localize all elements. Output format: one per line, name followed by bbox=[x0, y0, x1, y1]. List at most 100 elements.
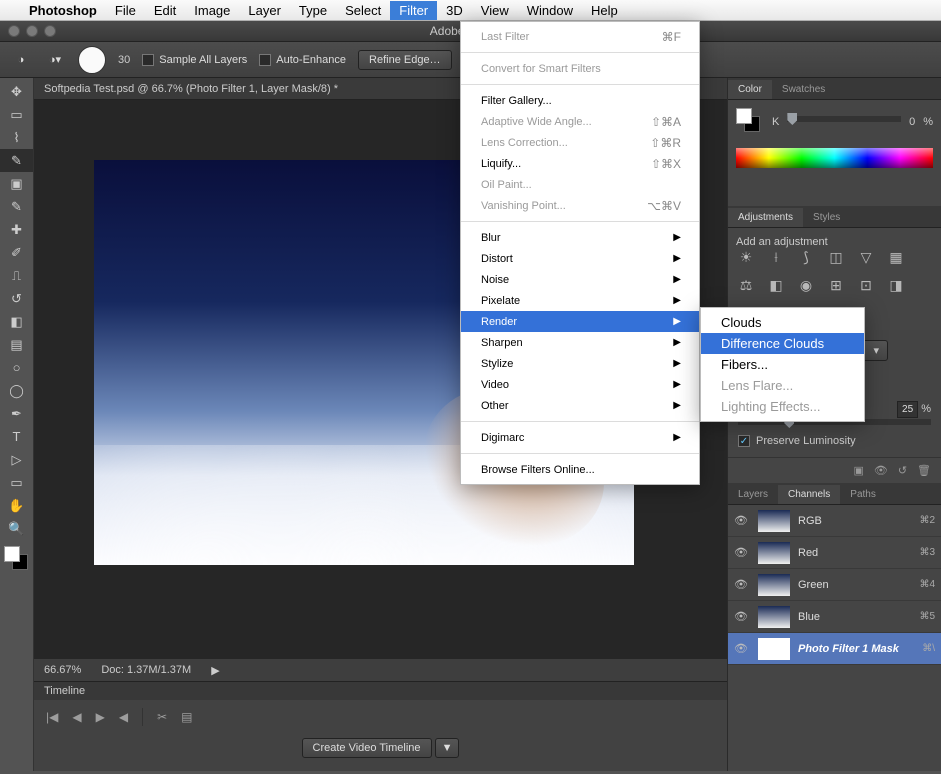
color-swatch[interactable] bbox=[0, 544, 33, 576]
marquee-tool[interactable]: ▭ bbox=[0, 103, 33, 126]
render-submenu-item[interactable]: Fibers... bbox=[701, 354, 864, 375]
curves-icon[interactable]: ⟆ bbox=[796, 248, 816, 266]
eye-icon[interactable]: 👁 bbox=[734, 642, 750, 655]
menu-app[interactable]: Photoshop bbox=[20, 1, 106, 20]
lookup-icon[interactable]: ⊡ bbox=[856, 276, 876, 294]
filter-menu-item[interactable]: Render▶ bbox=[461, 311, 699, 332]
move-tool[interactable]: ✥ bbox=[0, 80, 33, 103]
channels-tab[interactable]: Channels bbox=[778, 485, 840, 504]
menu-edit[interactable]: Edit bbox=[145, 1, 185, 20]
swatches-tab[interactable]: Swatches bbox=[772, 80, 835, 99]
preserve-luminosity-checkbox[interactable]: ✓Preserve Luminosity bbox=[738, 435, 931, 447]
delete-icon[interactable]: 🗑 bbox=[917, 464, 931, 477]
create-video-timeline-button[interactable]: Create Video Timeline bbox=[302, 738, 432, 758]
sample-all-layers-checkbox[interactable]: Sample All Layers bbox=[142, 54, 247, 66]
prev-frame-icon[interactable]: ◀ bbox=[72, 710, 81, 724]
play-icon[interactable]: ▶ bbox=[96, 710, 105, 724]
first-frame-icon[interactable]: |◀ bbox=[46, 710, 58, 724]
next-frame-icon[interactable]: ◀ bbox=[119, 710, 128, 724]
balance-icon[interactable]: ⚖ bbox=[736, 276, 756, 294]
menu-help[interactable]: Help bbox=[582, 1, 627, 20]
eye-icon[interactable]: 👁 bbox=[734, 546, 750, 559]
tool-preset-icon[interactable]: ◑ bbox=[10, 49, 32, 71]
hue-icon[interactable]: ▦ bbox=[886, 248, 906, 266]
healing-tool[interactable]: ✚ bbox=[0, 218, 33, 241]
menu-window[interactable]: Window bbox=[518, 1, 582, 20]
timeline-tab[interactable]: Timeline bbox=[44, 685, 85, 697]
transition-icon[interactable]: ▤ bbox=[181, 710, 192, 724]
visibility-icon[interactable]: 👁 bbox=[874, 464, 888, 477]
menu-layer[interactable]: Layer bbox=[239, 1, 290, 20]
zoom-value[interactable]: 66.67% bbox=[44, 664, 81, 676]
status-arrow-icon[interactable]: ▶ bbox=[211, 664, 219, 677]
scissors-icon[interactable]: ✂ bbox=[157, 710, 167, 724]
eye-icon[interactable]: 👁 bbox=[734, 610, 750, 623]
clip-icon[interactable]: ▣ bbox=[853, 464, 863, 477]
filter-menu-item[interactable]: Distort▶ bbox=[461, 248, 699, 269]
brush-swatch[interactable] bbox=[78, 46, 106, 74]
invert-icon[interactable]: ◨ bbox=[886, 276, 906, 294]
crop-tool[interactable]: ▣ bbox=[0, 172, 33, 195]
menu-image[interactable]: Image bbox=[185, 1, 239, 20]
eyedropper-tool[interactable]: ✎ bbox=[0, 195, 33, 218]
layers-tab[interactable]: Layers bbox=[728, 485, 778, 504]
brush-options-icon[interactable]: ◑▾ bbox=[44, 49, 66, 71]
menu-view[interactable]: View bbox=[472, 1, 518, 20]
quick-select-tool[interactable]: ✎ bbox=[0, 149, 33, 172]
eye-icon[interactable]: 👁 bbox=[734, 578, 750, 591]
reset-icon[interactable]: ↺ bbox=[898, 464, 907, 477]
channel-row[interactable]: 👁Green⌘4 bbox=[728, 569, 941, 601]
gradient-tool[interactable]: ▤ bbox=[0, 333, 33, 356]
timeline-dropdown-button[interactable]: ▼ bbox=[435, 738, 460, 758]
minimize-icon[interactable] bbox=[26, 25, 38, 37]
filter-menu-item[interactable]: Browse Filters Online... bbox=[461, 459, 699, 480]
filter-menu-item[interactable]: Digimarc▶ bbox=[461, 427, 699, 448]
menu-3d[interactable]: 3D bbox=[437, 1, 472, 20]
lasso-tool[interactable]: ⌇ bbox=[0, 126, 33, 149]
dodge-tool[interactable]: ◯ bbox=[0, 379, 33, 402]
channel-row[interactable]: 👁Red⌘3 bbox=[728, 537, 941, 569]
filter-menu-item[interactable]: Other▶ bbox=[461, 395, 699, 416]
hand-tool[interactable]: ✋ bbox=[0, 494, 33, 517]
stamp-tool[interactable]: ⎍ bbox=[0, 264, 33, 287]
filter-menu-item[interactable]: Noise▶ bbox=[461, 269, 699, 290]
channel-row[interactable]: 👁Blue⌘5 bbox=[728, 601, 941, 633]
zoom-tool[interactable]: 🔍 bbox=[0, 517, 33, 540]
k-value[interactable]: 0 bbox=[909, 116, 915, 128]
color-tab[interactable]: Color bbox=[728, 80, 772, 99]
fg-bg-swatch[interactable] bbox=[736, 108, 764, 136]
styles-tab[interactable]: Styles bbox=[803, 208, 850, 227]
filter-menu-item[interactable]: Stylize▶ bbox=[461, 353, 699, 374]
render-submenu-item[interactable]: Clouds bbox=[701, 312, 864, 333]
paths-tab[interactable]: Paths bbox=[840, 485, 886, 504]
close-icon[interactable] bbox=[8, 25, 20, 37]
levels-icon[interactable]: ⟊ bbox=[766, 248, 786, 266]
channel-row[interactable]: 👁RGB⌘2 bbox=[728, 505, 941, 537]
zoom-icon[interactable] bbox=[44, 25, 56, 37]
filter-menu-item[interactable]: Filter Gallery... bbox=[461, 90, 699, 111]
photo-filter-icon[interactable]: ◉ bbox=[796, 276, 816, 294]
filter-menu-item[interactable]: Liquify...⇧⌘X bbox=[461, 153, 699, 174]
color-ramp[interactable] bbox=[736, 148, 933, 168]
density-value[interactable]: 25 bbox=[897, 401, 918, 418]
shape-tool[interactable]: ▭ bbox=[0, 471, 33, 494]
render-submenu-item[interactable]: Difference Clouds bbox=[701, 333, 864, 354]
adjustments-tab[interactable]: Adjustments bbox=[728, 208, 803, 227]
path-selection-tool[interactable]: ▷ bbox=[0, 448, 33, 471]
brush-tool[interactable]: ✐ bbox=[0, 241, 33, 264]
menu-type[interactable]: Type bbox=[290, 1, 336, 20]
eraser-tool[interactable]: ◧ bbox=[0, 310, 33, 333]
blur-tool[interactable]: ○ bbox=[0, 356, 33, 379]
refine-edge-button[interactable]: Refine Edge… bbox=[358, 50, 452, 70]
menu-select[interactable]: Select bbox=[336, 1, 390, 20]
menu-file[interactable]: File bbox=[106, 1, 145, 20]
mixer-icon[interactable]: ⊞ bbox=[826, 276, 846, 294]
eye-icon[interactable]: 👁 bbox=[734, 514, 750, 527]
pen-tool[interactable]: ✒ bbox=[0, 402, 33, 425]
filter-menu-item[interactable]: Sharpen▶ bbox=[461, 332, 699, 353]
exposure-icon[interactable]: ◫ bbox=[826, 248, 846, 266]
bw-icon[interactable]: ◧ bbox=[766, 276, 786, 294]
type-tool[interactable]: T bbox=[0, 425, 33, 448]
channel-row[interactable]: 👁Photo Filter 1 Mask⌘\ bbox=[728, 633, 941, 665]
history-brush-tool[interactable]: ↺ bbox=[0, 287, 33, 310]
